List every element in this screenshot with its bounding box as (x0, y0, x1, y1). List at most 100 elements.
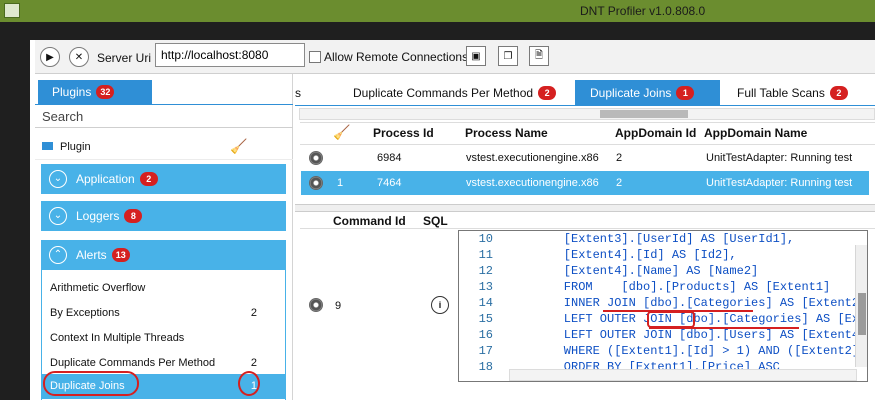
column-header[interactable]: Process Name (465, 126, 548, 140)
plugins-tab-label: Plugins (52, 85, 92, 99)
column-header[interactable]: SQL (423, 214, 448, 228)
sql-line: WHERE ([Extent1].[Id] > 1) AND ([Extent2… (535, 344, 868, 358)
dark-frame-left (0, 22, 30, 400)
play-icon[interactable]: ▶ (40, 47, 60, 67)
tab-partial[interactable]: s (295, 80, 303, 106)
horizontal-scrollbar[interactable] (299, 108, 875, 120)
process-id: 7464 (377, 177, 402, 189)
section-label: Loggers (76, 209, 120, 223)
allow-remote-checkbox[interactable] (309, 51, 321, 63)
allow-remote-label: Allow Remote Connections (324, 50, 469, 64)
column-header[interactable]: AppDomain Name (704, 126, 807, 140)
alert-item[interactable]: By Exceptions 2 (42, 301, 285, 326)
sql-line: [Extent3].[UserId] AS [UserId1], (535, 232, 795, 246)
tab-count-badge: 2 (538, 86, 557, 100)
sql-line: FROM [dbo].[Products] AS [Extent1] (535, 280, 831, 294)
search-input[interactable]: Search (35, 106, 293, 128)
section-loggers[interactable]: ⌄ Loggers 8 (41, 201, 286, 231)
line-number: 17 (478, 344, 493, 358)
alert-item[interactable]: Context In Multiple Threads (42, 326, 285, 351)
server-label: Server Uri (97, 51, 152, 65)
row-status-icon (309, 176, 323, 190)
sql-line: INNER JOIN [dbo].[Categories] AS [Extent… (535, 296, 868, 310)
alert-label: Duplicate Commands Per Method (50, 357, 216, 369)
row-flag: 1 (337, 177, 344, 189)
line-number: 18 (478, 360, 493, 374)
line-number: 15 (478, 312, 493, 326)
clear-brush-icon[interactable]: 🧹 (333, 124, 350, 141)
document-icon[interactable]: 🗎 (529, 46, 549, 66)
dark-frame (0, 22, 875, 40)
alert-label: Arithmetic Overflow (50, 282, 146, 294)
save-icon[interactable]: ▣ (466, 46, 486, 66)
column-header[interactable]: Process Id (373, 126, 434, 140)
red-highlight (647, 311, 695, 328)
row-status-icon (309, 298, 323, 312)
plugins-count-badge: 32 (96, 85, 115, 99)
row-status-icon (309, 151, 323, 165)
horizontal-scrollbar[interactable] (509, 369, 857, 381)
section-alerts[interactable]: ⌃ Alerts 13 (41, 240, 286, 270)
table-row[interactable]: 6984 vstest.executionengine.x86 2 UnitTe… (301, 146, 869, 170)
appdomain-id: 2 (616, 177, 623, 189)
line-number: 13 (478, 280, 493, 294)
plugins-tab[interactable]: Plugins 32 (38, 80, 152, 104)
section-label: Application (76, 172, 135, 186)
alert-count: 2 (250, 357, 257, 369)
tab-divider (295, 105, 875, 106)
sql-line: [Extent4].[Id] AS [Id2], (535, 248, 737, 262)
chevron-down-icon: ⌄ (49, 170, 67, 188)
command-id: 9 (335, 300, 342, 312)
plugin-label: Plugin (60, 141, 91, 153)
plugin-header-row: Plugin 🧹 (35, 136, 293, 160)
section-application[interactable]: ⌄ Application 2 (41, 164, 286, 194)
tab-duplicate-commands[interactable]: Duplicate Commands Per Method 2 (353, 80, 573, 106)
toolbar: ▶ ✕ Server Uri Allow Remote Connections … (35, 40, 875, 74)
copy-icon[interactable]: ❐ (498, 46, 518, 66)
info-icon[interactable]: i (431, 296, 449, 314)
app-icon (4, 3, 20, 18)
process-id: 6984 (377, 152, 402, 164)
tab-divider (35, 104, 293, 105)
tab-full-table-scans[interactable]: Full Table Scans 2 (737, 80, 865, 106)
window-title: DNT Profiler v1.0.808.0 (580, 4, 706, 18)
sql-code-box[interactable]: 10 [Extent3].[UserId] AS [UserId1], 11 [… (458, 230, 868, 382)
splitter[interactable] (295, 204, 875, 212)
alert-item[interactable]: Arithmetic Overflow (42, 276, 285, 301)
title-bar: DNT Profiler v1.0.808.0 (0, 0, 875, 22)
tab-label: Duplicate Joins (590, 86, 672, 100)
column-header[interactable]: AppDomain Id (615, 126, 696, 140)
tab-label: Full Table Scans (737, 86, 825, 100)
process-name: vstest.executionengine.x86 (466, 177, 599, 189)
highlight-ring (43, 371, 139, 396)
line-number: 16 (478, 328, 493, 342)
highlight-ring (238, 371, 260, 396)
tab-count-badge: 2 (829, 86, 848, 100)
chevron-down-icon: ⌄ (49, 207, 67, 225)
appdomain-name: UnitTestAdapter: Running test (706, 152, 853, 164)
sql-line: LEFT OUTER JOIN [dbo].[Categories] AS [E… (535, 312, 868, 326)
appdomain-name: UnitTestAdapter: Running test (706, 177, 853, 189)
sql-line: LEFT OUTER JOIN [dbo].[Users] AS [Extent… (535, 328, 868, 342)
line-number: 10 (478, 232, 493, 246)
alerts-list: Arithmetic Overflow By Exceptions 2 Cont… (41, 270, 286, 400)
tab-count-badge: 1 (676, 86, 695, 100)
tab-duplicate-joins[interactable]: Duplicate Joins 1 (575, 80, 720, 106)
divider (300, 228, 875, 229)
left-pane: Plugins 32 Search Plugin 🧹 ⌄ Application… (35, 74, 293, 400)
scrollbar-thumb[interactable] (600, 110, 688, 118)
scrollbar-thumb[interactable] (858, 293, 866, 335)
sql-line: [Extent4].[Name] AS [Name2] (535, 264, 759, 278)
right-pane: s Duplicate Commands Per Method 2 Duplic… (295, 74, 875, 400)
clear-brush-icon[interactable]: 🧹 (230, 138, 247, 155)
stop-icon[interactable]: ✕ (69, 47, 89, 67)
server-uri-input[interactable] (155, 43, 305, 67)
alert-label: Context In Multiple Threads (50, 332, 185, 344)
section-count-badge: 2 (139, 172, 158, 186)
vertical-scrollbar[interactable] (855, 245, 867, 367)
table-row-selected[interactable]: 1 7464 vstest.executionengine.x86 2 Unit… (301, 171, 869, 195)
column-header[interactable]: Command Id (333, 214, 406, 228)
divider (300, 144, 875, 145)
line-number: 11 (478, 248, 493, 262)
section-label: Alerts (76, 248, 107, 262)
